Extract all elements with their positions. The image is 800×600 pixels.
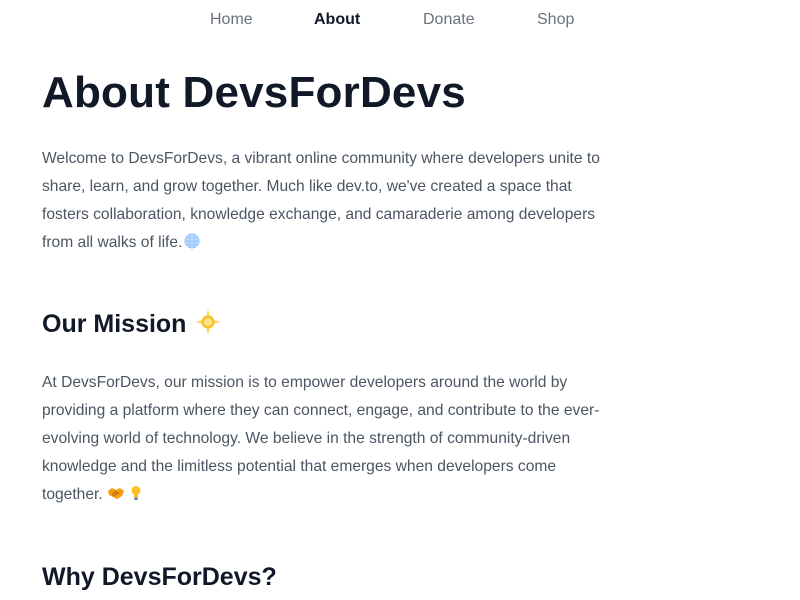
mission-text: At DevsForDevs, our mission is to empowe…: [42, 374, 600, 503]
globe-icon: [184, 233, 200, 249]
nav-link-shop[interactable]: Shop: [537, 10, 574, 30]
handshake-icon: [107, 487, 124, 499]
why-heading: Why DevsForDevs?: [42, 563, 277, 591]
top-nav: Home About Donate Shop: [0, 0, 800, 40]
intro-text: Welcome to DevsForDevs, a vibrant online…: [42, 150, 600, 251]
nav-link-about[interactable]: About: [314, 10, 360, 30]
mission-heading: Our Mission: [42, 308, 222, 340]
nav-link-home[interactable]: Home: [210, 10, 253, 30]
mission-heading-text: Our Mission: [42, 310, 187, 338]
nav-link-donate[interactable]: Donate: [423, 10, 475, 30]
page-title: About DevsForDevs: [42, 68, 466, 117]
lightbulb-icon: [131, 485, 141, 500]
intro-paragraph: Welcome to DevsForDevs, a vibrant online…: [42, 145, 612, 257]
glowing-star-icon: [195, 309, 222, 336]
mission-paragraph: At DevsForDevs, our mission is to empowe…: [42, 369, 614, 509]
